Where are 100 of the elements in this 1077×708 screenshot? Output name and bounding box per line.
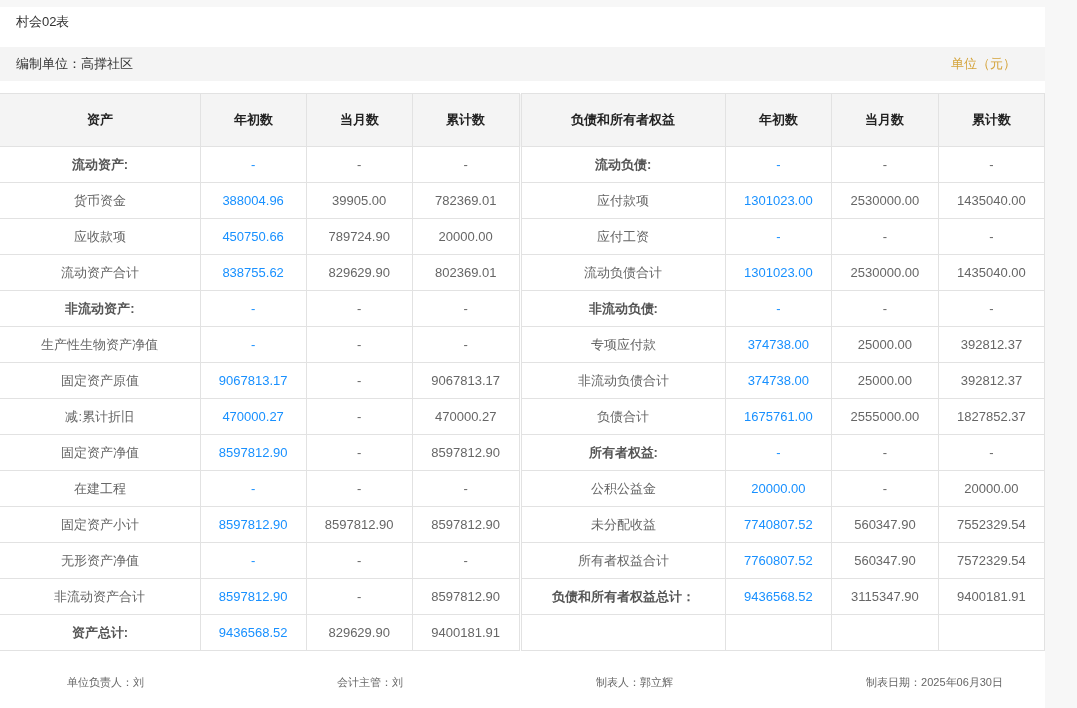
table-cell: 560347.90 [831, 506, 939, 543]
table-cell: 20000.00 [412, 218, 521, 255]
table-cell: 789724.90 [306, 218, 413, 255]
table-cell: 8597812.90 [412, 506, 521, 543]
table-cell: 25000.00 [831, 326, 939, 363]
table-cell: 8597812.90 [412, 434, 521, 471]
table-cell: 20000.00 [938, 470, 1045, 507]
row-label: 负债合计 [520, 398, 726, 435]
row-label: 资产总计: [0, 614, 201, 651]
table-cell: - [306, 398, 413, 435]
table-cell: - [412, 542, 521, 579]
opening-value-link[interactable]: - [776, 229, 781, 244]
table-cell: - [412, 146, 521, 183]
signature-field: 制表人：郭立辉 [596, 675, 674, 690]
table-cell: 3115347.90 [831, 578, 939, 615]
opening-value-link[interactable]: - [776, 157, 781, 172]
table-cell: - [831, 470, 939, 507]
row-label: 所有者权益合计 [520, 542, 726, 579]
table-cell: - [938, 146, 1045, 183]
row-label: 无形资产净值 [0, 542, 201, 579]
signature-field: 会计主管：刘 [337, 675, 403, 690]
opening-value-link[interactable]: - [250, 337, 256, 352]
table-cell: - [306, 290, 413, 327]
currency-unit: 单位（元） [951, 55, 1016, 73]
table-cell: 2555000.00 [831, 398, 939, 435]
table-cell: - [938, 290, 1045, 327]
row-label: 固定资产小计 [0, 506, 201, 543]
table-cell: 9067813.17 [412, 362, 521, 399]
row-label: 非流动资产合计 [0, 578, 201, 615]
opening-value-link[interactable]: - [776, 301, 781, 316]
column-header: 累计数 [412, 93, 521, 147]
table-cell: 8597812.90 [412, 578, 521, 615]
table-cell: - [306, 146, 413, 183]
row-label: 流动负债: [520, 146, 726, 183]
column-header: 当月数 [306, 93, 413, 147]
column-header: 当月数 [831, 93, 939, 147]
table-cell: - [306, 362, 413, 399]
opening-value-link[interactable]: - [250, 481, 256, 496]
row-label: 所有者权益: [520, 434, 726, 471]
table-cell: - [306, 326, 413, 363]
row-label: 流动资产合计 [0, 254, 201, 291]
opening-value-link[interactable]: - [250, 553, 256, 568]
opening-value-link[interactable]: - [250, 301, 256, 316]
row-label: 应付款项 [520, 182, 726, 219]
table-cell: - [306, 542, 413, 579]
table-cell: 782369.01 [412, 182, 521, 219]
table-cell: 1435040.00 [938, 254, 1045, 291]
table-cell: - [306, 578, 413, 615]
row-label: 生产性生物资产净值 [0, 326, 201, 363]
table-cell: - [831, 146, 939, 183]
table-cell: - [412, 290, 521, 327]
row-label: 应收款项 [0, 218, 201, 255]
column-header: 年初数 [200, 93, 307, 147]
table-cell: 25000.00 [831, 362, 939, 399]
table-cell: - [831, 218, 939, 255]
table-cell: - [306, 434, 413, 471]
table-cell: 9400181.91 [938, 578, 1045, 615]
signature-field: 制表日期：2025年06月30日 [866, 675, 1003, 690]
opening-value-link[interactable]: - [250, 157, 256, 172]
table-cell: 1827852.37 [938, 398, 1045, 435]
table-cell: 39905.00 [306, 182, 413, 219]
table-cell: - [831, 290, 939, 327]
table-cell: 560347.90 [831, 542, 939, 579]
row-label: 未分配收益 [520, 506, 726, 543]
row-label: 固定资产原值 [0, 362, 201, 399]
column-header: 年初数 [725, 93, 832, 147]
column-header: 负债和所有者权益 [520, 93, 726, 147]
opening-value-link[interactable]: - [776, 445, 781, 460]
table-cell: - [938, 434, 1045, 471]
signature-field: 单位负责人：刘 [67, 675, 144, 690]
row-label: 流动资产: [0, 146, 201, 183]
table-cell: 392812.37 [938, 362, 1045, 399]
row-label: 固定资产净值 [0, 434, 201, 471]
row-label: 应付工资 [520, 218, 726, 255]
compiling-unit: 编制单位：高撑社区 [16, 55, 133, 73]
row-label: 非流动资产: [0, 290, 201, 327]
column-header: 累计数 [938, 93, 1045, 147]
table-cell: - [306, 470, 413, 507]
table-cell: 470000.27 [412, 398, 521, 435]
row-label: 公积公益金 [520, 470, 726, 507]
table-cell: 829629.90 [306, 254, 413, 291]
table-cell: 7572329.54 [938, 542, 1045, 579]
row-label: 流动负债合计 [520, 254, 726, 291]
table-cell: 2530000.00 [831, 254, 939, 291]
table-cell: 829629.90 [306, 614, 413, 651]
table-cell: 2530000.00 [831, 182, 939, 219]
row-label: 非流动负债合计 [520, 362, 726, 399]
row-label: 在建工程 [0, 470, 201, 507]
table-cell: 802369.01 [412, 254, 521, 291]
row-label: 非流动负债: [520, 290, 726, 327]
row-label: 货币资金 [0, 182, 201, 219]
row-label: 减:累计折旧 [0, 398, 201, 435]
row-label: 负债和所有者权益总计： [520, 578, 726, 615]
table-cell: - [412, 326, 521, 363]
table-cell: 392812.37 [938, 326, 1045, 363]
table-cell: 9400181.91 [412, 614, 521, 651]
table-cell: 8597812.90 [306, 506, 413, 543]
table-cell: 1435040.00 [938, 182, 1045, 219]
table-cell: 7552329.54 [938, 506, 1045, 543]
form-code: 村会02表 [16, 14, 70, 29]
